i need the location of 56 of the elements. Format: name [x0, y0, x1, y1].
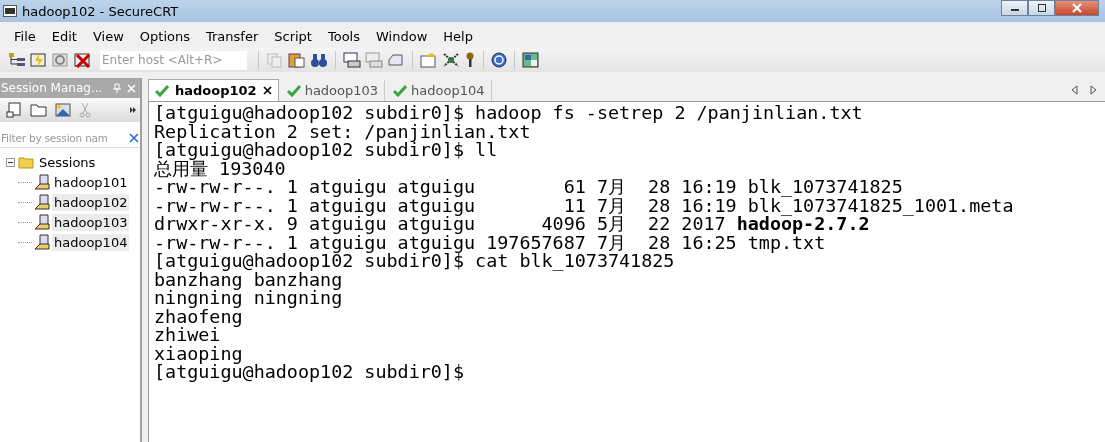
- check-icon: [286, 84, 301, 97]
- session-icon: [34, 194, 50, 210]
- menu-item[interactable]: File: [6, 28, 44, 44]
- panel-title: Session Manag...: [1, 81, 104, 95]
- menu-item[interactable]: Script: [266, 28, 320, 44]
- terminal-line: zhiwei: [154, 324, 221, 345]
- close-button[interactable]: [1055, 0, 1099, 16]
- expander-icon[interactable]: [6, 157, 15, 167]
- menu-item[interactable]: Options: [131, 28, 198, 44]
- keymap-icon[interactable]: [522, 52, 540, 68]
- minimize-button[interactable]: [1001, 0, 1028, 16]
- close-icon: [1071, 3, 1083, 13]
- menu-item[interactable]: View: [84, 28, 132, 44]
- folder-icon[interactable]: [30, 102, 48, 118]
- maximize-button[interactable]: [1028, 0, 1055, 16]
- menu-item[interactable]: Tools: [320, 28, 368, 44]
- menu-item[interactable]: Edit: [43, 28, 85, 44]
- tree-item[interactable]: hadoop103: [52, 213, 130, 231]
- printer-icon[interactable]: [387, 52, 405, 68]
- print-icon[interactable]: [343, 52, 361, 68]
- scroll-right-icon[interactable]: [1090, 84, 1097, 95]
- check-icon: [155, 84, 169, 97]
- tree-item[interactable]: hadoop101: [52, 173, 130, 191]
- session-icon: [34, 174, 50, 190]
- settings-icon[interactable]: [442, 52, 460, 68]
- key-icon[interactable]: [464, 52, 476, 68]
- check-icon: [393, 84, 408, 97]
- menu-item[interactable]: Transfer: [198, 28, 267, 44]
- host-field[interactable]: Enter host <Alt+R>: [100, 50, 247, 70]
- lightning-icon[interactable]: [30, 52, 48, 68]
- session-icon: [34, 214, 50, 230]
- maximize-icon: [1036, 4, 1047, 12]
- menu-item[interactable]: Help: [435, 28, 481, 44]
- connect-icon[interactable]: [6, 102, 24, 118]
- picture-icon[interactable]: [54, 102, 72, 118]
- close-icon[interactable]: [262, 86, 272, 95]
- window-title: hadoop102 - SecureCRT: [22, 3, 180, 19]
- tree-item[interactable]: hadoop104: [52, 233, 130, 251]
- session-icon: [34, 234, 50, 250]
- overflow-icon[interactable]: [130, 107, 136, 113]
- tree-icon[interactable]: [8, 52, 26, 68]
- terminal-icon: [3, 5, 17, 17]
- session-tab[interactable]: hadoop102: [148, 79, 279, 101]
- paste-icon[interactable]: [288, 52, 306, 68]
- terminal-line: [atguigu@hadoop102 subdir0]$ hadoop fs -setrep 2 /panjinlian.txt: [154, 102, 863, 123]
- tree-item[interactable]: hadoop102: [52, 193, 130, 211]
- disconnect-icon[interactable]: [74, 52, 92, 68]
- scroll-left-icon[interactable]: [1071, 84, 1078, 95]
- menu-item[interactable]: Window: [368, 28, 436, 44]
- help-icon[interactable]: [491, 52, 507, 68]
- binoculars-icon[interactable]: [310, 52, 328, 68]
- folder-icon: [18, 155, 34, 169]
- clear-icon[interactable]: [129, 132, 139, 143]
- reconnect-icon[interactable]: [52, 52, 70, 68]
- terminal-line: xiaoping: [154, 342, 243, 364]
- tree-item[interactable]: Sessions: [37, 153, 98, 171]
